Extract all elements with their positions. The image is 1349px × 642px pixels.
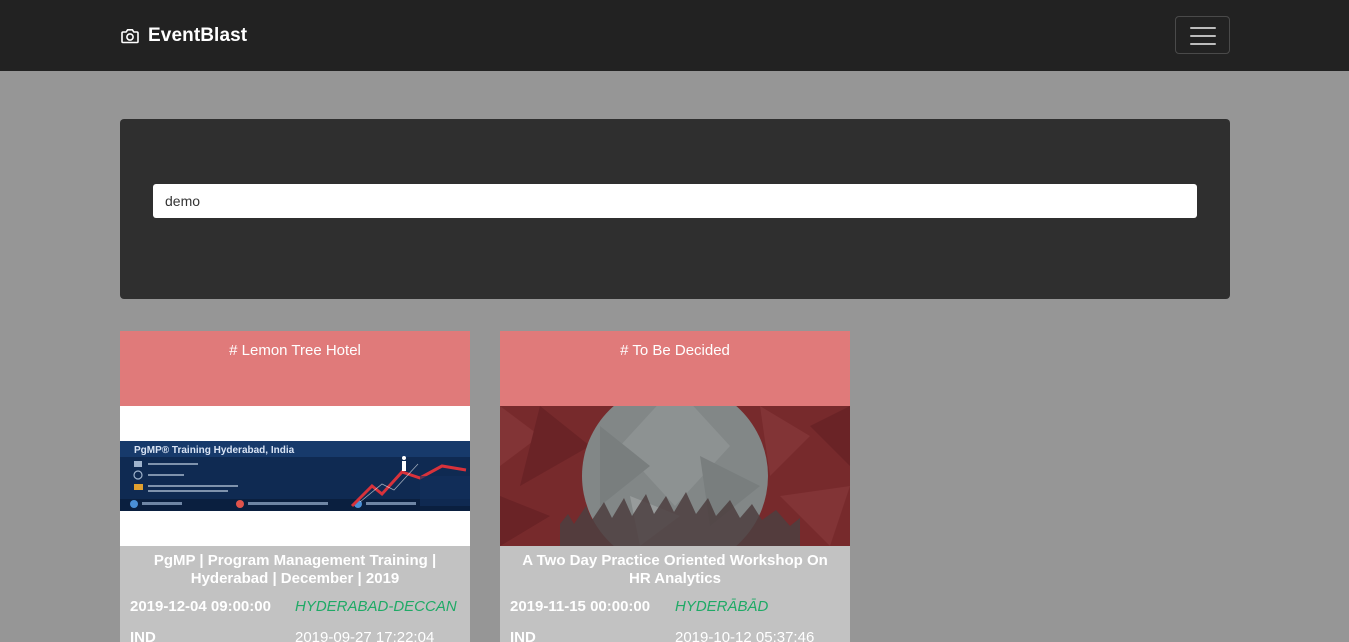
- event-city: HYDERĀBĀD: [675, 598, 769, 615]
- event-country: IND: [510, 629, 536, 642]
- navbar: EventBlast: [0, 0, 1349, 71]
- event-image: PgMP® Training Hyderabad, India: [120, 406, 470, 546]
- brand-link[interactable]: EventBlast: [120, 24, 247, 48]
- event-title[interactable]: A Two Day Practice Oriented Workshop On …: [510, 552, 840, 588]
- search-input[interactable]: [153, 184, 1197, 218]
- brand-name: EventBlast: [148, 25, 248, 46]
- event-start-date: 2019-12-04 09:00:00: [130, 598, 271, 615]
- event-image: [500, 406, 850, 546]
- event-title[interactable]: PgMP | Program Management Training | Hyd…: [130, 552, 460, 588]
- event-card[interactable]: # To Be Decided A Two Day Practice Orien…: [500, 331, 850, 642]
- event-start-date: 2019-11-15 00:00:00: [510, 598, 651, 615]
- event-venue: # Lemon Tree Hotel: [229, 342, 361, 359]
- menu-toggle-button[interactable]: [1175, 16, 1230, 54]
- search-panel: [120, 119, 1230, 299]
- event-country: IND: [130, 629, 156, 642]
- camera-icon: [121, 29, 139, 44]
- event-card-header: # Lemon Tree Hotel: [120, 331, 470, 406]
- event-created-date: 2019-09-27 17:22:04: [295, 629, 435, 642]
- event-venue: # To Be Decided: [620, 342, 730, 359]
- event-created-date: 2019-10-12 05:37:46: [675, 629, 815, 642]
- event-banner-text: PgMP® Training Hyderabad, India: [134, 445, 295, 456]
- event-card-header: # To Be Decided: [500, 331, 850, 406]
- event-card[interactable]: # Lemon Tree Hotel PgMP® Training Hydera…: [120, 331, 470, 642]
- event-city: HYDERABAD-DECCAN: [295, 598, 457, 615]
